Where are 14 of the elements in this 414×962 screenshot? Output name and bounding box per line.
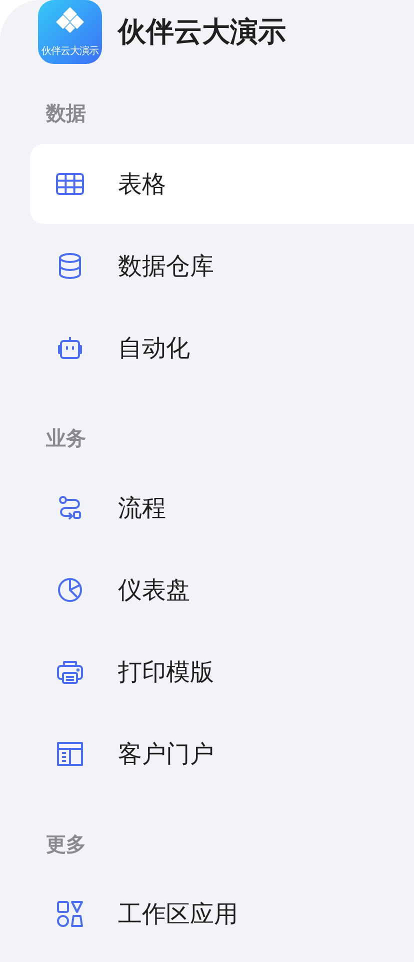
nav-item[interactable]: 仪表盘 [30, 550, 414, 630]
nav-item[interactable]: 自动化 [30, 308, 414, 388]
section-header: 业务 [46, 425, 87, 452]
nav-item[interactable]: 流程 [30, 468, 414, 548]
logo-text: 伙伴云大演示 [42, 46, 98, 58]
section-header: 更多 [46, 831, 87, 858]
nav-item[interactable]: 表格 [30, 144, 414, 224]
nav-item[interactable]: 客户门户 [30, 714, 414, 794]
nav-item[interactable]: 打印模版 [30, 632, 414, 712]
app-title: 伙伴云大演示 [118, 18, 286, 46]
nav-item[interactable]: 数据仓库 [30, 226, 414, 306]
shapes-icon [54, 898, 86, 930]
nav-item[interactable]: 工作区应用 [30, 874, 414, 954]
section-header: 数据 [46, 100, 87, 127]
